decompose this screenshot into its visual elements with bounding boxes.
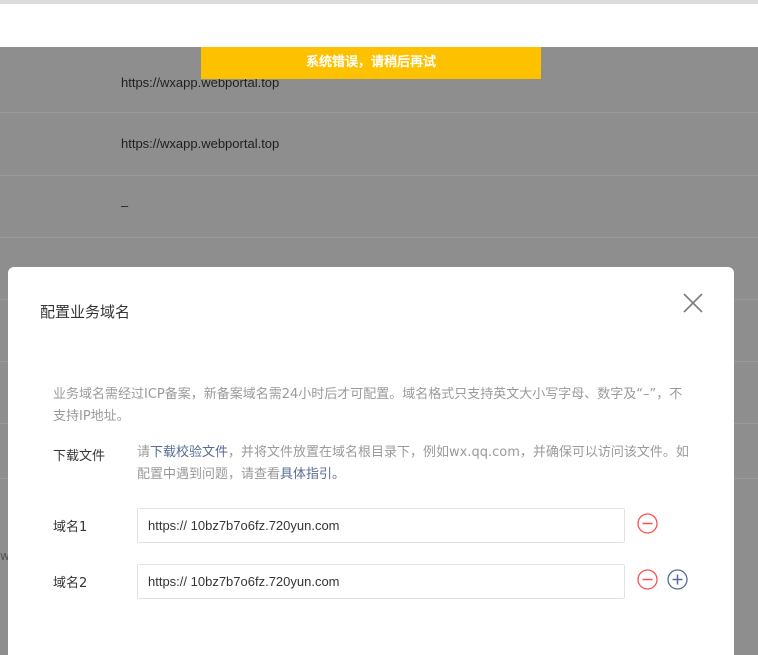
domain-2-input[interactable] bbox=[137, 564, 625, 599]
domain-1-label: 域名1 bbox=[53, 520, 88, 535]
notice-text: 业务域名需经过ICP备案，新备案域名需24小时后才可配置。域名格式只支持英文大小… bbox=[53, 387, 683, 424]
add-domain-button[interactable] bbox=[667, 569, 688, 590]
download-description: 请下载校验文件，并将文件放置在域名根目录下，例如wx.qq.com，并确保可以访… bbox=[137, 442, 697, 486]
close-icon[interactable] bbox=[681, 291, 705, 315]
list-row: https://wxapp.webportal.top bbox=[0, 113, 758, 176]
domain-1-input[interactable] bbox=[137, 508, 625, 543]
config-domain-dialog: 配置业务域名 业务域名需经过ICP备案，新备案域名需24小时后才可配置。域名格式… bbox=[8, 267, 734, 655]
row-url: – bbox=[121, 198, 129, 213]
download-label: 下载文件 bbox=[53, 449, 106, 464]
download-prefix: 请 bbox=[137, 445, 151, 460]
download-verify-file-link[interactable]: 下载校验文件 bbox=[150, 445, 228, 460]
error-toast: 系统错误，请稍后再试 bbox=[201, 47, 541, 79]
download-suffix: 。 bbox=[332, 467, 346, 482]
domain-2-label: 域名2 bbox=[53, 576, 88, 591]
page: https://wxapp.webportal.top https://wxap… bbox=[0, 0, 758, 655]
page-header bbox=[0, 4, 758, 47]
row-url: https://wxapp.webportal.top bbox=[121, 136, 280, 151]
list-row: – bbox=[0, 176, 758, 238]
remove-domain-2-button[interactable] bbox=[637, 569, 658, 590]
dialog-title: 配置业务域名 bbox=[40, 303, 131, 321]
remove-domain-1-button[interactable] bbox=[637, 513, 658, 534]
guide-link[interactable]: 具体指引 bbox=[280, 467, 332, 482]
